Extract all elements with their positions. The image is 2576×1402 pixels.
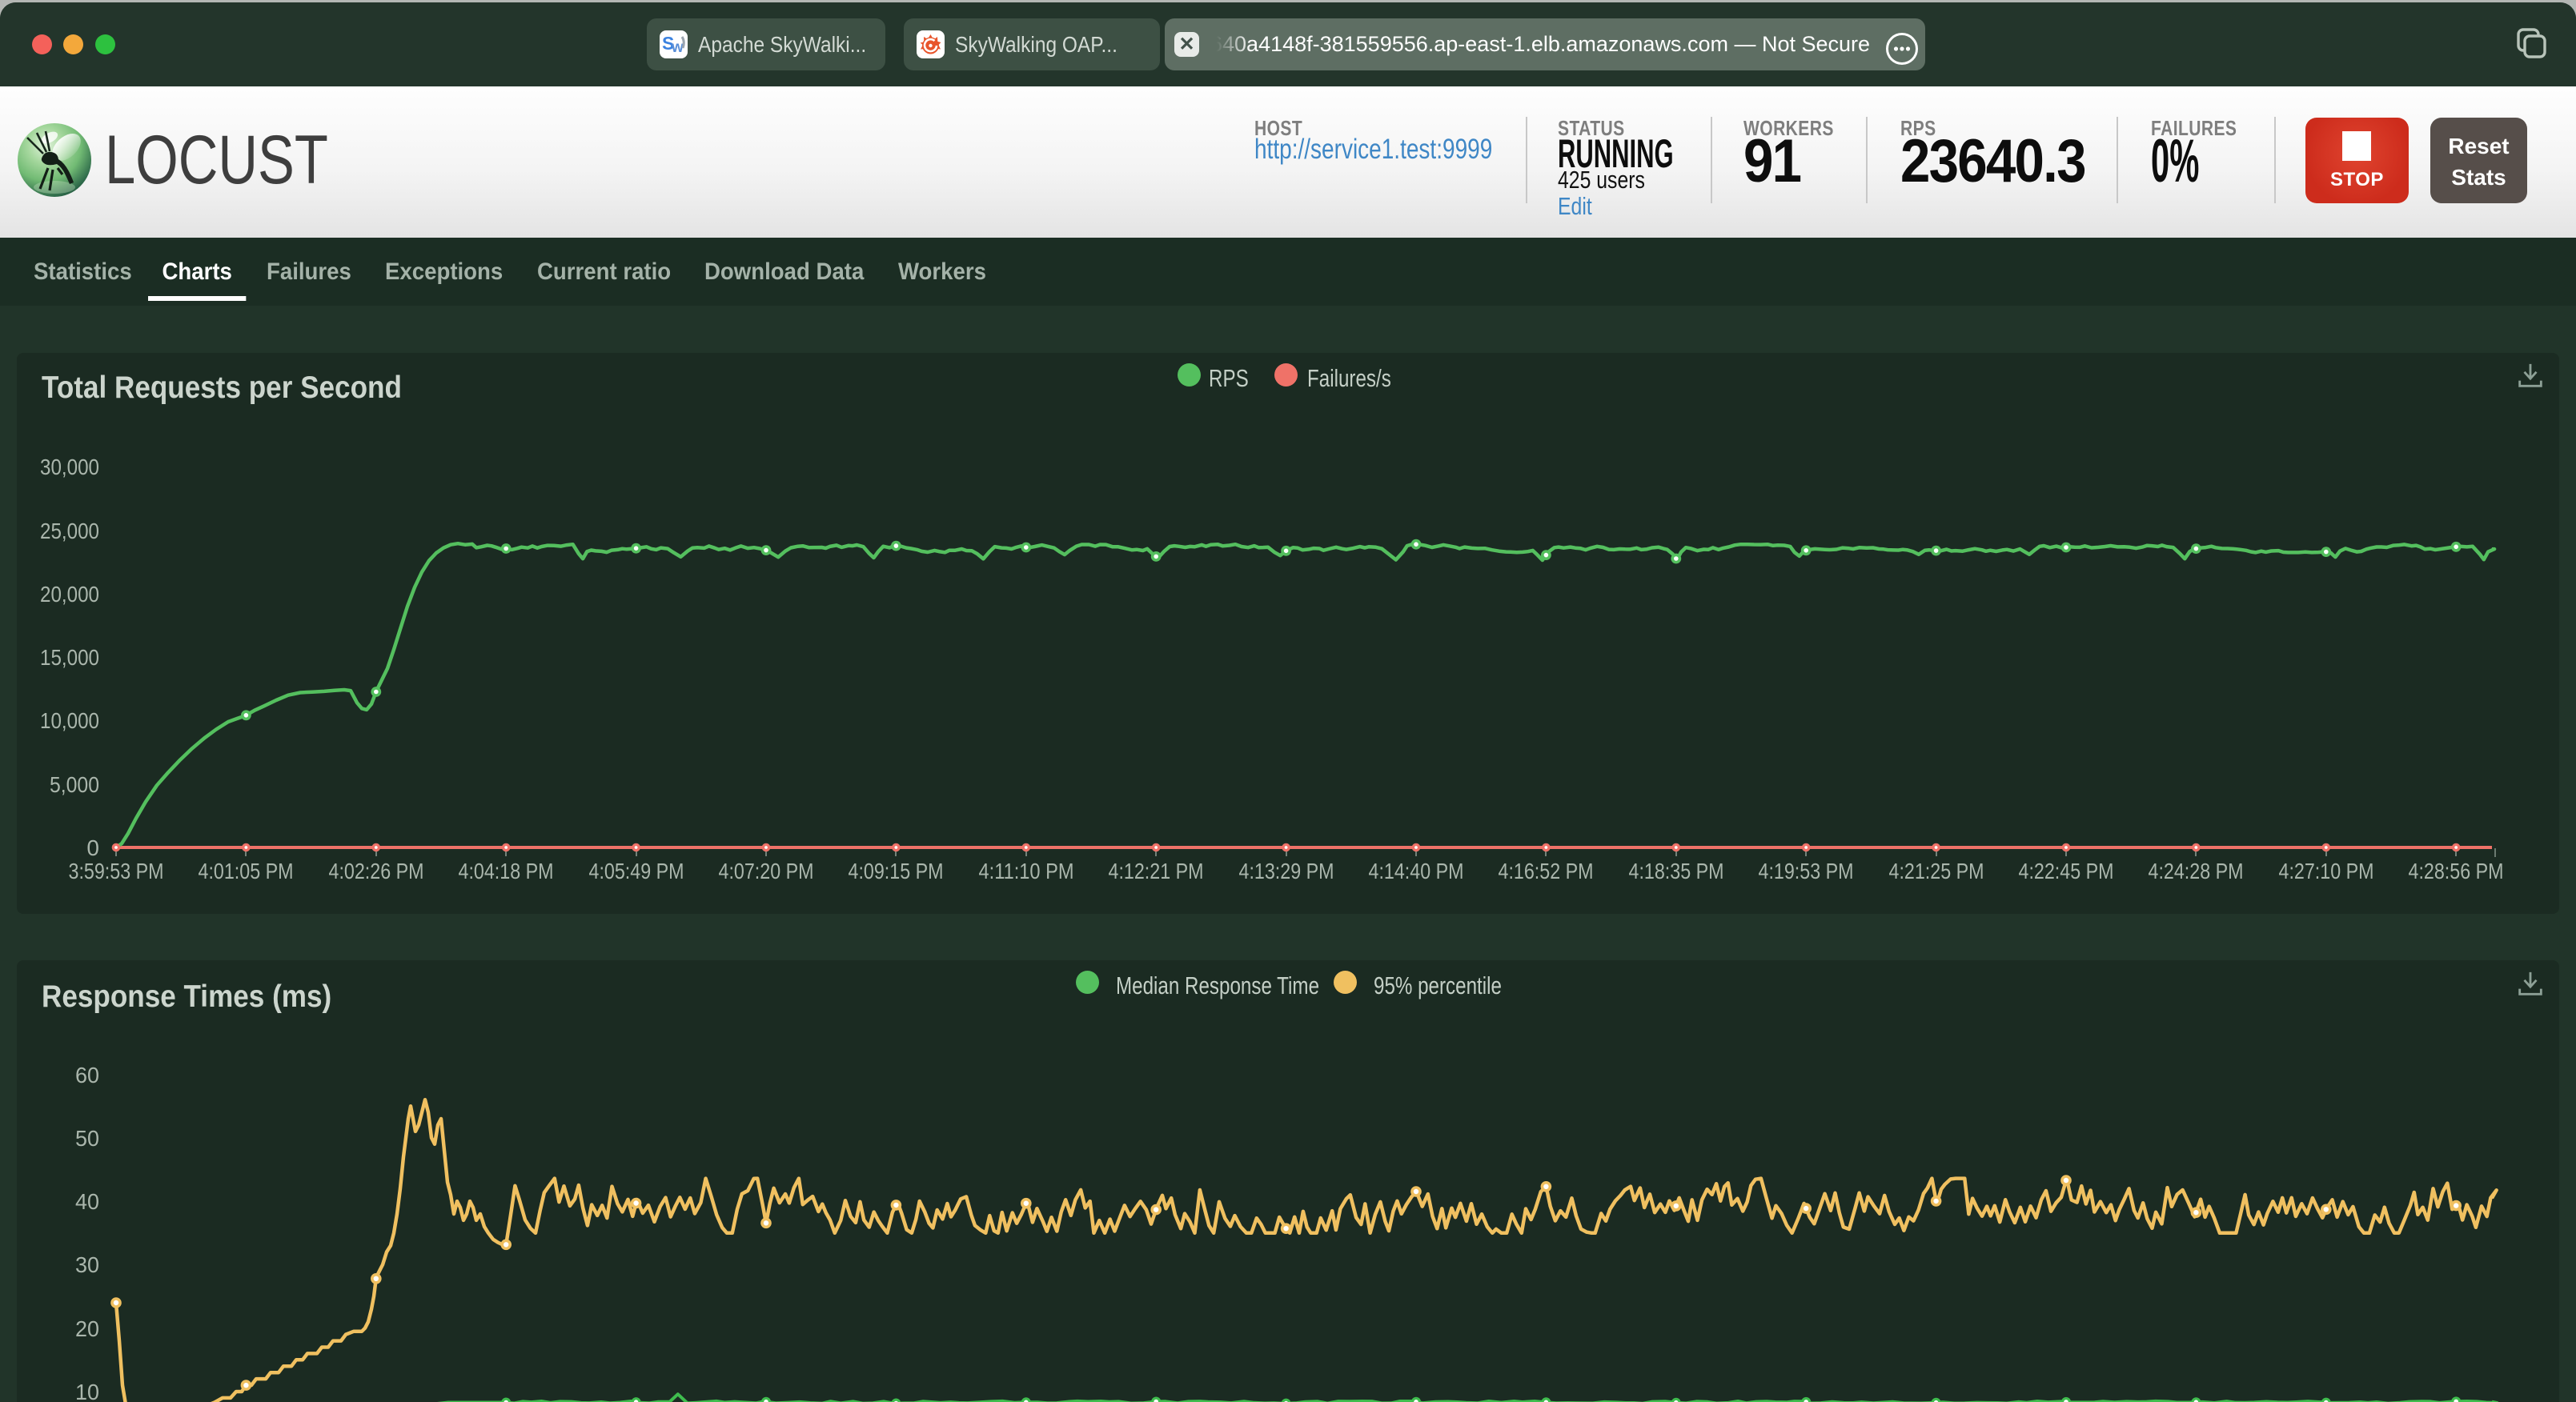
svg-text:LOCUST: LOCUST [105, 122, 328, 198]
svg-text:w: w [671, 39, 684, 56]
